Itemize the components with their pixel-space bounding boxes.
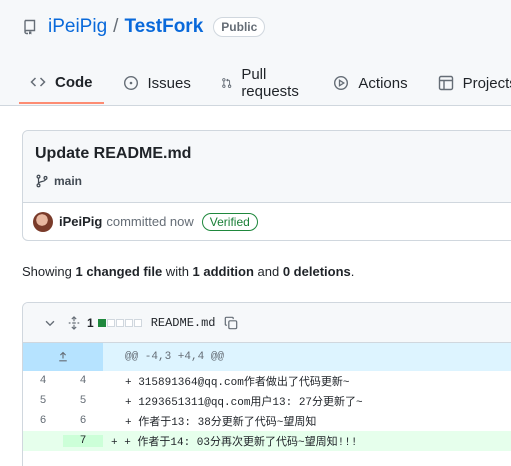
summary-with: with — [162, 264, 193, 279]
tab-actions-label: Actions — [358, 74, 408, 92]
repo-owner-link[interactable]: iPeiPig — [48, 16, 107, 38]
tab-code[interactable]: Code — [19, 62, 104, 104]
diff-line: 5 5 + 1293651311@qq.com用户13: 27分更新了~ — [23, 391, 511, 411]
path-separator: / — [113, 16, 119, 37]
expand-up-icon — [59, 351, 67, 362]
commit-author-link[interactable]: iPeiPig — [59, 214, 102, 229]
diff-table: @@ -4,3 +4,4 @@ 4 4 + 315891364@qq.com作者… — [23, 343, 511, 451]
issue-icon — [123, 75, 138, 91]
new-line-number[interactable]: 5 — [63, 395, 103, 407]
diff-stat-squares — [97, 318, 143, 327]
branch-name: main — [54, 174, 83, 188]
diff-line: 4 4 + 315891364@qq.com作者做出了代码更新~ — [23, 371, 511, 391]
expand-up-button[interactable] — [23, 343, 103, 371]
repo-icon — [24, 19, 36, 35]
branch-icon — [36, 174, 48, 188]
commit-title: Update README.md — [35, 145, 192, 162]
summary-prefix: Showing — [22, 264, 76, 279]
pull-request-icon — [222, 78, 232, 88]
line-code: + 1293651311@qq.com用户13: 27分更新了~ — [125, 397, 363, 409]
chevron-down-icon[interactable] — [43, 316, 57, 330]
tab-code-label: Code — [55, 73, 93, 91]
verified-badge[interactable]: Verified — [201, 212, 258, 231]
summary-additions: 1 addition — [192, 264, 254, 279]
summary-suffix: . — [350, 264, 355, 279]
avatar[interactable] — [33, 211, 53, 232]
new-line-number[interactable]: 6 — [63, 415, 103, 427]
summary-and: and — [253, 264, 283, 279]
summary-deletions: 0 deletions — [282, 264, 351, 279]
commit-action-text: committed now — [106, 214, 194, 229]
commit-title-area: Update README.md main — [23, 131, 511, 203]
tab-issues-label: Issues — [147, 74, 191, 92]
commit-box: Update README.md main iPeiPig committed … — [22, 130, 511, 241]
repo-name-link[interactable]: TestFork — [124, 16, 203, 38]
tab-projects[interactable]: Projects — [427, 62, 511, 104]
expand-all-icon[interactable] — [67, 315, 81, 330]
visibility-badge: Public — [213, 17, 266, 37]
diff-line: 6 6 + 作者于13: 38分更新了代码~望周知 — [23, 411, 511, 431]
tab-issues[interactable]: Issues — [112, 62, 202, 104]
diff-line-added: 7 + + 作者于14: 03分再次更新了代码~望周知!!! — [23, 431, 511, 451]
repo-nav-tabs: Code Issues Pull requests Actions Projec… — [0, 62, 511, 106]
diff-summary: Showing 1 changed file with 1 addition a… — [22, 264, 354, 279]
diff-file-header: 1 README.md — [23, 303, 511, 343]
old-line-number[interactable]: 4 — [23, 375, 63, 387]
line-code: + + 作者于14: 03分再次更新了代码~望周知!!! — [111, 437, 358, 449]
repo-title: iPeiPig / TestFork Public — [22, 16, 266, 38]
file-diff: 1 README.md @@ -4,3 +4,4 @@ 4 4 + 315891… — [22, 302, 511, 466]
diff-change-count: 1 — [87, 315, 94, 330]
new-line-number[interactable]: 7 — [63, 435, 103, 447]
repo-header: iPeiPig / TestFork Public Code Issues Pu… — [0, 0, 511, 106]
table-icon — [438, 75, 453, 91]
tab-projects-label: Projects — [462, 74, 511, 92]
line-code: + 315891364@qq.com作者做出了代码更新~ — [125, 377, 350, 389]
old-line-number[interactable]: 5 — [23, 395, 63, 407]
new-line-number[interactable]: 4 — [63, 375, 103, 387]
old-line-number[interactable]: 6 — [23, 415, 63, 427]
summary-changed-files: 1 changed file — [75, 264, 163, 279]
tab-actions[interactable]: Actions — [322, 62, 418, 104]
hunk-header: @@ -4,3 +4,4 @@ — [125, 351, 225, 363]
code-icon — [30, 77, 46, 87]
commit-meta: iPeiPig committed now Verified — [23, 203, 511, 240]
play-icon — [334, 75, 349, 91]
tab-pull-requests[interactable]: Pull requests — [210, 62, 315, 104]
line-code: + 作者于13: 38分更新了代码~望周知 — [125, 417, 317, 429]
diff-filename[interactable]: README.md — [151, 316, 216, 330]
hunk-row: @@ -4,3 +4,4 @@ — [23, 343, 511, 371]
branch-label[interactable]: main — [35, 174, 509, 188]
copy-icon[interactable] — [224, 316, 238, 330]
tab-pull-requests-label: Pull requests — [241, 66, 299, 100]
